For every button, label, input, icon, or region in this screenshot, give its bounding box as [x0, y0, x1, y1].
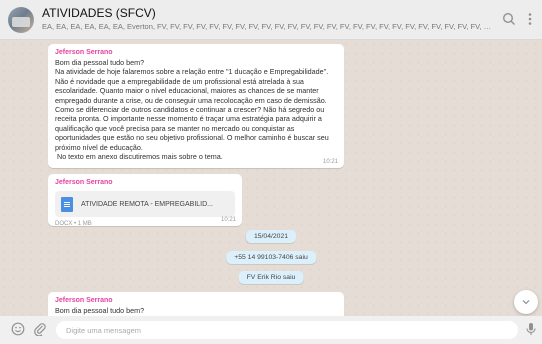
message-time: 10:21 — [220, 217, 236, 223]
document-icon — [61, 196, 73, 212]
attach-icon[interactable] — [32, 322, 48, 338]
message-text: Bom dia pessoal tudo bem? Na atividade d… — [55, 58, 329, 162]
message-bubble[interactable]: Jeferson Serrano Bom dia pessoal tudo be… — [48, 44, 344, 168]
chat-title-area[interactable]: ATIVIDADES (SFCV) EA, EA, EA, EA, EA, EA… — [42, 6, 492, 32]
system-message: FV Erik Rio saiu — [238, 271, 304, 284]
document-attachment[interactable]: ATIVIDADE REMOTA - EMPREGABILID... — [55, 191, 235, 217]
microphone-icon[interactable] — [523, 322, 539, 338]
message-sender: Jeferson Serrano — [55, 49, 113, 56]
message-list[interactable]: Jeferson Serrano Bom dia pessoal tudo be… — [0, 40, 542, 316]
scroll-down-button[interactable] — [514, 290, 538, 314]
document-name: ATIVIDADE REMOTA - EMPREGABILID... — [81, 200, 213, 208]
message-sender: Jeferson Serrano — [55, 179, 113, 186]
message-bubble[interactable]: Jeferson Serrano Bom dia pessoal tudo be… — [48, 292, 344, 316]
date-divider: 15/04/2021 — [245, 230, 297, 243]
group-name: ATIVIDADES (SFCV) — [42, 6, 156, 20]
document-meta: DOCX • 1 MB — [55, 221, 92, 227]
message-sender: Jeferson Serrano — [55, 297, 113, 304]
group-participants: EA, EA, EA, EA, EA, EA, Everton, FV, FV,… — [42, 22, 492, 31]
system-message: +55 14 99103-7406 saiu — [226, 251, 316, 264]
group-avatar[interactable] — [8, 7, 34, 33]
chevron-down-icon — [522, 300, 530, 305]
document-message[interactable]: Jeferson Serrano ATIVIDADE REMOTA - EMPR… — [48, 174, 242, 227]
menu-icon[interactable] — [522, 12, 538, 28]
message-time: 10:21 — [322, 159, 338, 165]
emoji-icon[interactable] — [10, 322, 26, 338]
message-input[interactable] — [56, 321, 518, 339]
compose-bar — [0, 316, 542, 344]
search-icon[interactable] — [501, 12, 517, 28]
message-text: Bom dia pessoal tudo bem? Realizar ativi… — [55, 306, 298, 316]
chat-header: ATIVIDADES (SFCV) EA, EA, EA, EA, EA, EA… — [0, 0, 542, 40]
